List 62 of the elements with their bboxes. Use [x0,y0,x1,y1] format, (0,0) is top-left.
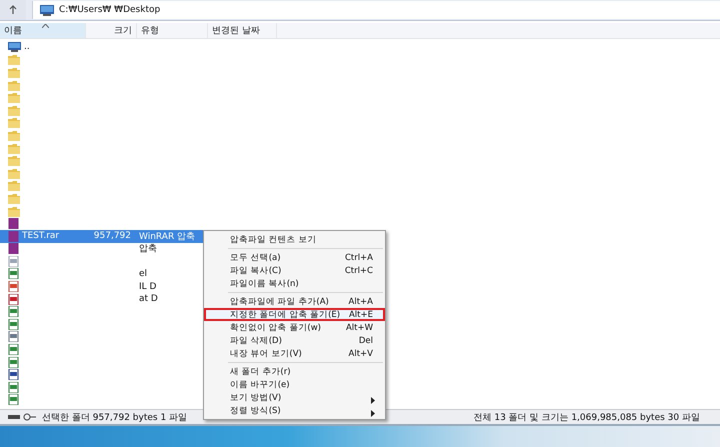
file-size: 957,792 [94,231,131,242]
folder-icon [8,54,20,66]
file-type: el [139,268,148,279]
file-icon [8,394,19,406]
folder-icon [8,192,20,204]
column-header[interactable]: 변경된 날짜 [208,23,277,38]
archive-icon [8,243,19,254]
menu-item[interactable]: 이름 바꾸기(e) [204,378,385,391]
up-arrow-icon [8,5,18,15]
menu-item[interactable]: 새 폴더 추가(r) [204,365,385,378]
menu-item[interactable]: 보기 방법(V) [204,391,385,404]
menu-item[interactable]: 정렬 방식(S) [204,404,385,417]
file-type: IL D [139,282,156,292]
column-header[interactable]: 크기 [86,23,137,38]
file-row[interactable]: TEST.rar [0,230,85,242]
column-header[interactable]: 유형 [137,23,208,38]
archive-icon [8,218,19,230]
file-icon [8,306,19,318]
folder-icon [8,155,20,166]
file-type: 압축 [139,243,157,256]
menu-item[interactable]: 지정한 폴더에 압축 풀기(E) Alt+E [204,308,385,321]
menu-item[interactable]: 파일 복사(C) Ctrl+C [204,264,385,277]
file-name: .. [24,42,30,52]
folder-icon [8,142,20,154]
archive-icon [8,230,19,242]
menu-item[interactable]: 내장 뷰어 보기(V) Alt+V [204,347,385,360]
menu-item[interactable]: 압축파일에 파일 추가(A) Alt+A [204,295,385,308]
address-field[interactable]: C:₩Users₩ ₩Desktop [32,1,720,19]
file-icon [8,256,19,267]
status-total-text: 전체 13 폴더 및 크기는 1,069,985,085 bytes 30 파일 [474,412,700,424]
file-icon [8,294,19,305]
menu-item[interactable]: 확인없이 압축 풀기(w) Alt+W [204,321,385,334]
drive-key-icon [8,413,36,421]
file-type: at D [139,294,158,304]
menu-item[interactable]: 모두 선택(a) Ctrl+A [204,251,385,264]
folder-icon [8,206,20,217]
file-icon [8,369,19,380]
menu-item[interactable]: 압축파일 컨텐츠 보기 [204,233,385,246]
folder-icon [8,80,20,91]
menu-item[interactable]: 파일이름 복사(n) [204,277,385,290]
status-selection-text: 선택한 폴더 957,792 bytes 1 파일 [42,412,188,424]
folder-icon [8,130,20,141]
file-icon [8,356,19,368]
folder-icon [8,168,20,179]
sort-caret-icon [42,24,49,28]
computer-icon [40,4,54,16]
file-icon [8,382,19,393]
file-name: TEST.rar [22,231,60,242]
folder-icon [8,66,20,78]
menu-item[interactable]: 파일 삭제(D) Del [204,334,385,347]
up-button[interactable] [0,0,26,20]
folder-icon [8,180,20,192]
file-icon [8,344,19,356]
file-icon [8,318,19,330]
folder-icon [8,104,20,116]
file-type: WinRAR 압축 [139,230,196,243]
file-icon [8,268,19,280]
folder-icon [8,117,20,128]
computer-icon [8,42,21,52]
file-row[interactable]: .. [0,41,85,54]
column-header[interactable]: 이름 [0,23,86,38]
folder-icon [8,92,20,104]
